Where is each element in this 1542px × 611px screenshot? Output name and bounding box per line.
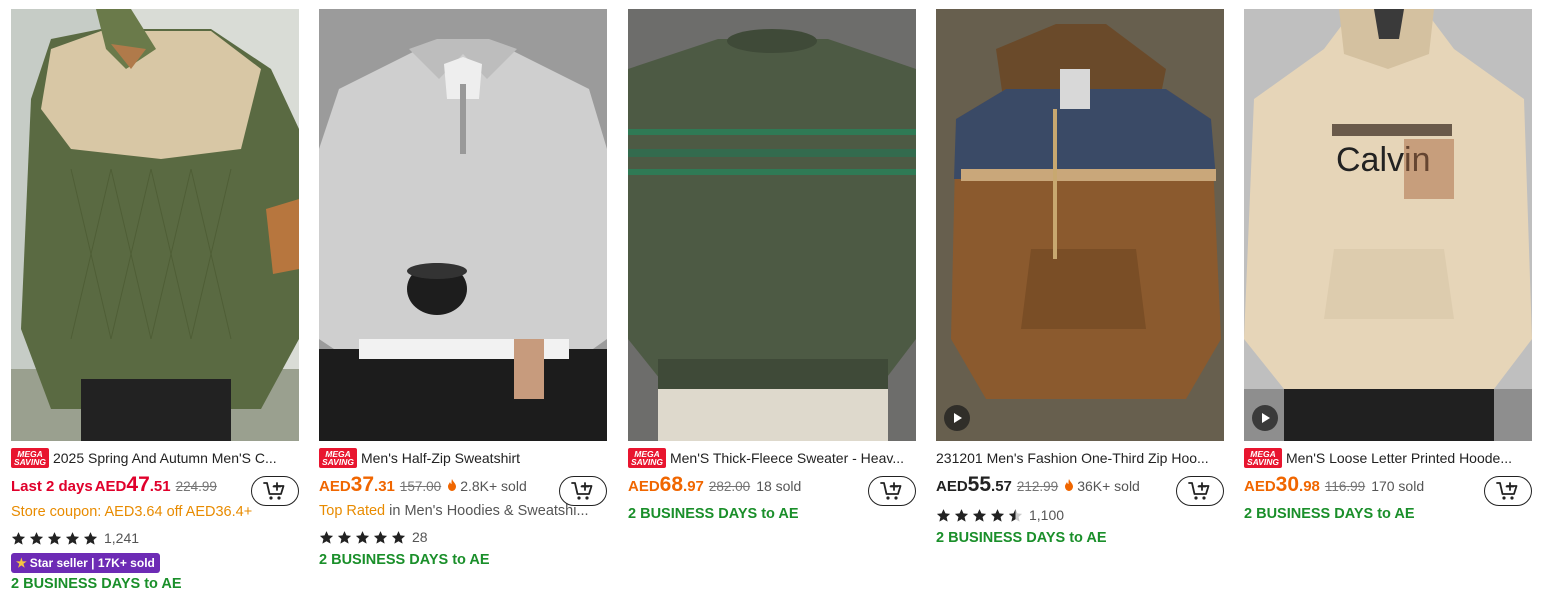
currency: AED (936, 478, 968, 495)
add-to-cart-icon (263, 481, 287, 501)
star-icon (391, 530, 406, 545)
top-rated-label[interactable]: Top Rated in Men's Hoodies & Sweatshi... (319, 503, 607, 525)
price-row: AED 30.98 116.99 170 sold (1244, 473, 1532, 506)
price-main: 55 (967, 473, 992, 496)
original-price: 157.00 (399, 479, 442, 494)
shipping-info: 2 BUSINESS DAYS to AE (11, 576, 182, 592)
sold-count: 2.8K+ sold (460, 478, 527, 494)
add-to-cart-button[interactable] (1484, 476, 1532, 506)
add-to-cart-icon (880, 481, 904, 501)
currency: AED (628, 478, 660, 495)
star-icon (972, 508, 987, 523)
product-card[interactable]: 231201 Men's Fashion One-Third Zip Hoo..… (936, 9, 1224, 552)
price-row: Last 2 days AED 47.51 224.99 (11, 473, 299, 506)
original-price: 212.99 (1016, 479, 1059, 494)
currency: AED (94, 478, 127, 495)
flame-icon (447, 479, 457, 491)
shipping-info: 2 BUSINESS DAYS to AE (936, 530, 1107, 546)
price-cents: .57 (991, 478, 1012, 495)
price-cents: .98 (1299, 478, 1320, 495)
product-image[interactable] (628, 9, 916, 441)
shipping-info: 2 BUSINESS DAYS to AE (628, 506, 799, 522)
star-icon (83, 531, 98, 546)
mega-saving-badge: MEGA SAVING (319, 448, 357, 468)
star-icon (47, 531, 62, 546)
play-icon[interactable] (1252, 405, 1278, 431)
product-title[interactable]: Men'S Thick-Fleece Sweater - Heav... (670, 450, 904, 466)
half-star-icon (1008, 508, 1023, 523)
star-icon (355, 530, 370, 545)
price-row: AED 55.57 212.99 36K+ sold (936, 473, 1224, 506)
price-main: 47 (126, 473, 150, 496)
star-icon (954, 508, 969, 523)
sold-count: 36K+ sold (1077, 478, 1140, 494)
product-card[interactable]: MEGA SAVING Men'S Thick-Fleece Sweater - … (628, 9, 916, 528)
star-icon (11, 531, 26, 546)
product-image[interactable] (319, 9, 607, 441)
currency: AED (1244, 478, 1276, 495)
star-icon (373, 530, 388, 545)
add-to-cart-button[interactable] (251, 476, 299, 506)
star-icon (990, 508, 1005, 523)
rating: 28 (319, 525, 607, 549)
sold-count: 18 sold (756, 478, 802, 494)
star-icon (319, 530, 334, 545)
price-row: AED 37.31 157.00 2.8K+ sold (319, 473, 607, 506)
product-title[interactable]: 231201 Men's Fashion One-Third Zip Hoo..… (936, 450, 1209, 466)
price-main: 37 (350, 473, 375, 496)
price-cents: .31 (374, 478, 395, 495)
product-card[interactable]: Calvin MEGA SAVING Men'S Loose Letter Pri… (1244, 9, 1532, 528)
price-cents: .97 (683, 478, 704, 495)
sold-count: 170 sold (1371, 478, 1425, 494)
star-icon (29, 531, 44, 546)
mega-saving-badge: MEGA SAVING (11, 448, 49, 468)
add-to-cart-button[interactable] (559, 476, 607, 506)
product-card[interactable]: MEGA SAVING 2025 Spring And Autumn Men'S … (11, 9, 299, 598)
star-seller-icon: ★ (16, 556, 27, 570)
star-icon (65, 531, 80, 546)
add-to-cart-icon (1496, 481, 1520, 501)
star-icon (337, 530, 352, 545)
currency: AED (319, 478, 351, 495)
price-cents: .51 (149, 478, 171, 495)
star-seller-badge: ★ Star seller | 17K+ sold (11, 553, 160, 573)
add-to-cart-button[interactable] (1176, 476, 1224, 506)
product-title[interactable]: Men'S Loose Letter Printed Hoode... (1286, 450, 1512, 466)
product-card[interactable]: MEGA SAVING Men's Half-Zip Sweatshirt AED… (319, 9, 607, 574)
star-icon (936, 508, 951, 523)
store-coupon[interactable]: Store coupon: AED3.64 off AED36.4+ (11, 504, 299, 526)
rating-count: 1,100 (1029, 507, 1065, 523)
price-main: 68 (659, 473, 684, 496)
product-image[interactable]: Calvin (1244, 9, 1532, 441)
promo-label: Last 2 days (11, 478, 93, 495)
product-title[interactable]: 2025 Spring And Autumn Men'S C... (53, 450, 277, 466)
rating-count: 28 (412, 529, 428, 545)
shipping-info: 2 BUSINESS DAYS to AE (319, 552, 490, 568)
play-icon[interactable] (944, 405, 970, 431)
original-price: 116.99 (1324, 479, 1366, 494)
product-image[interactable] (936, 9, 1224, 441)
mega-saving-badge: MEGA SAVING (1244, 448, 1282, 468)
add-to-cart-button[interactable] (868, 476, 916, 506)
shipping-info: 2 BUSINESS DAYS to AE (1244, 506, 1415, 522)
add-to-cart-icon (1188, 481, 1212, 501)
price-row: AED 68.97 282.00 18 sold (628, 473, 916, 506)
original-price: 282.00 (708, 479, 751, 494)
product-image[interactable] (11, 9, 299, 441)
flame-icon (1064, 479, 1074, 491)
price-main: 30 (1275, 473, 1300, 496)
mega-saving-badge: MEGA SAVING (628, 448, 666, 468)
original-price: 224.99 (175, 479, 217, 494)
product-title[interactable]: Men's Half-Zip Sweatshirt (361, 450, 520, 466)
add-to-cart-icon (571, 481, 595, 501)
rating: 1,241 (11, 526, 299, 550)
rating: 1,100 (936, 503, 1224, 527)
rating-count: 1,241 (104, 530, 140, 546)
